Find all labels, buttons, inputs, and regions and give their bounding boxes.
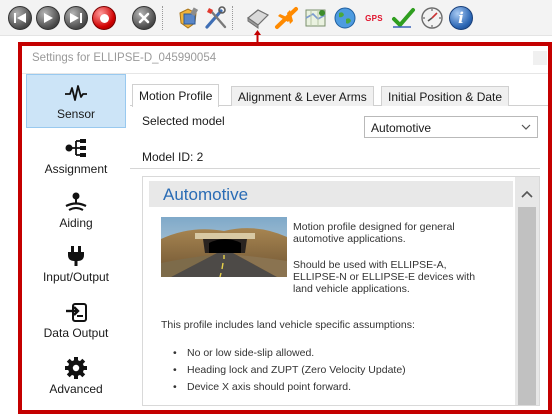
play-icon[interactable]	[34, 4, 62, 32]
settings-tabs: Motion Profile Alignment & Lever Arms In…	[130, 84, 550, 107]
profile-description-panel: Automotive Motion profile designed for g…	[142, 176, 540, 406]
dialog-title: Settings for ELLIPSE-D_045990054	[32, 52, 217, 64]
tab-alignment-lever-arms[interactable]: Alignment & Lever Arms	[231, 86, 374, 106]
toolbar: GPS i	[0, 0, 552, 43]
assumption-item: No or low side-slip allowed.	[173, 347, 314, 359]
model-id: Model ID: 2	[142, 150, 204, 164]
road-tunnel-image	[161, 217, 287, 277]
gear-icon	[63, 357, 89, 379]
skip-back-icon[interactable]	[6, 4, 34, 32]
nav-item-input-output[interactable]: Input/Output	[26, 238, 126, 292]
tab-motion-profile[interactable]: Motion Profile	[132, 84, 220, 107]
scroll-up-icon[interactable]	[520, 189, 534, 199]
usage-line-1: Should be used with ELLIPSE-A,	[293, 259, 447, 271]
nav-label-input-output: Input/Output	[42, 270, 110, 284]
nav-item-data-output[interactable]: Data Output	[26, 294, 126, 348]
checkmark-icon[interactable]	[389, 4, 417, 32]
dialog-close-button[interactable]	[533, 51, 547, 65]
nav-label-aiding: Aiding	[59, 216, 93, 230]
panel-scrollbar[interactable]	[515, 177, 539, 405]
selected-model-dropdown[interactable]: Automotive	[364, 116, 538, 138]
usage-line-3: land vehicle applications.	[293, 283, 410, 295]
scrollbar-thumb[interactable]	[518, 207, 536, 405]
divider	[130, 168, 540, 169]
map-icon[interactable]	[302, 4, 330, 32]
description-line-2: automotive applications.	[293, 233, 406, 245]
sensor-icon	[63, 82, 89, 104]
settings-nav: Sensor Assignment Aiding Input/Output Da…	[26, 74, 126, 412]
nav-label-advanced: Advanced	[49, 382, 103, 396]
description-line-1: Motion profile designed for general	[293, 221, 455, 233]
nav-item-sensor[interactable]: Sensor	[26, 74, 126, 128]
nav-label-assignment: Assignment	[44, 162, 108, 176]
profile-header: Automotive	[149, 181, 513, 207]
chevron-down-icon	[521, 124, 531, 130]
compass-icon[interactable]	[418, 4, 446, 32]
skip-forward-icon[interactable]	[62, 4, 90, 32]
dialog-titlebar: Settings for ELLIPSE-D_045990054	[19, 43, 551, 74]
close-circle-icon[interactable]	[130, 4, 158, 32]
usage-line-2: ELLIPSE-N or ELLIPSE-E devices with	[293, 271, 476, 283]
assumptions-intro: This profile includes land vehicle speci…	[161, 319, 415, 331]
assignment-icon	[63, 137, 89, 159]
aiding-icon	[63, 191, 89, 213]
globe-icon[interactable]	[331, 4, 359, 32]
airplane-icon[interactable]	[273, 4, 301, 32]
tab-initial-position-date[interactable]: Initial Position & Date	[381, 86, 510, 106]
profile-title: Automotive	[163, 185, 249, 204]
shield-settings-icon[interactable]	[174, 4, 202, 32]
plug-icon	[63, 245, 89, 267]
nav-item-advanced[interactable]: Advanced	[26, 350, 126, 404]
nav-label-data-output: Data Output	[43, 326, 109, 340]
selected-model-value: Automotive	[371, 121, 432, 135]
data-output-icon	[63, 301, 89, 323]
tools-icon[interactable]	[202, 4, 230, 32]
record-icon[interactable]	[90, 4, 118, 32]
assumption-item: Device X axis should point forward.	[173, 381, 351, 393]
nav-item-assignment[interactable]: Assignment	[26, 130, 126, 184]
selected-model-label: Selected model	[142, 114, 225, 128]
screen: GPS i Settings for ELLIPSE-D_045990054 S…	[0, 0, 552, 414]
gps-icon[interactable]: GPS	[360, 4, 388, 32]
nav-item-aiding[interactable]: Aiding	[26, 184, 126, 238]
ellipse-device-icon[interactable]	[244, 4, 272, 32]
assumption-item: Heading lock and ZUPT (Zero Velocity Upd…	[173, 364, 406, 376]
nav-label-sensor: Sensor	[56, 107, 96, 121]
info-icon[interactable]: i	[447, 4, 475, 32]
